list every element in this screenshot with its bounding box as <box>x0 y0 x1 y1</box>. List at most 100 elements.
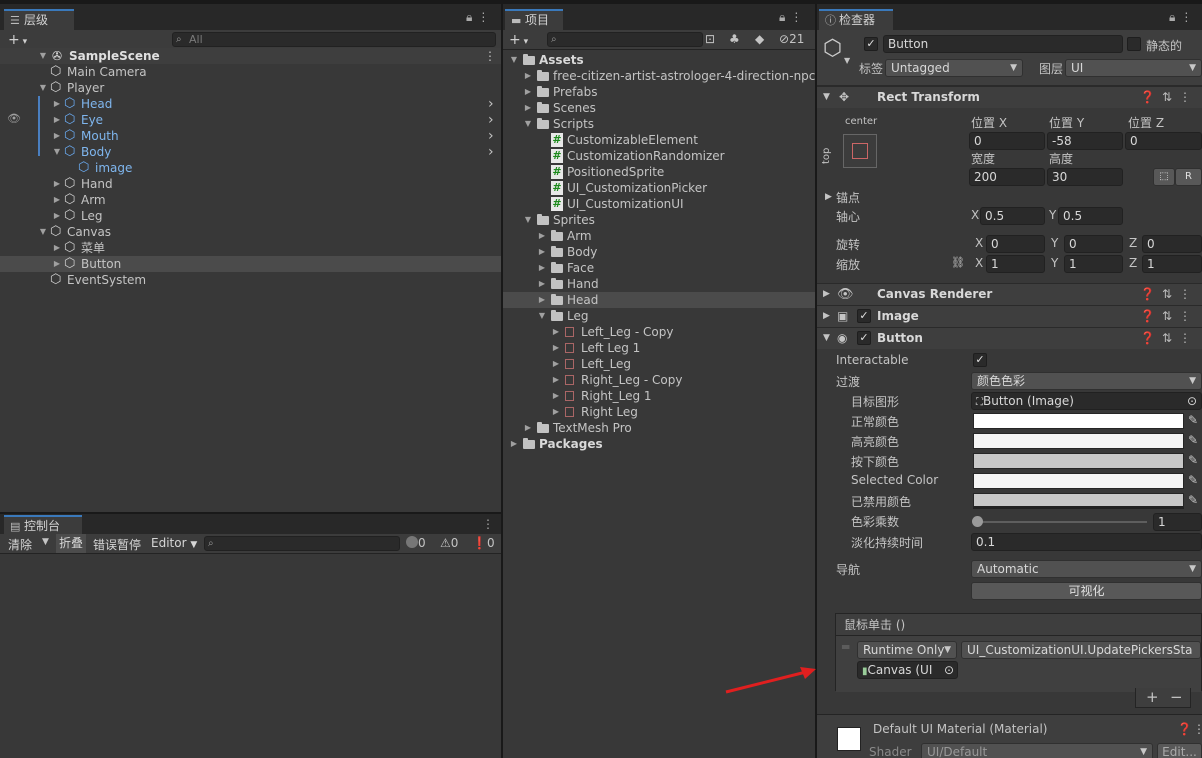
eyedropper-icon[interactable]: ✎ <box>1186 453 1200 467</box>
error-pause-button[interactable]: 错误暂停 <box>93 536 141 553</box>
project-row[interactable]: # PositionedSprite <box>503 164 815 180</box>
target-object-field[interactable]: ▮Canvas (UI ⊙ <box>857 661 958 679</box>
project-row[interactable]: ▶ Face <box>503 260 815 276</box>
object-picker-icon[interactable]: ⊙ <box>1187 393 1197 409</box>
drag-handle-icon[interactable]: ═ <box>842 640 849 654</box>
component-controls[interactable]: ❓⇅⋮ <box>1140 284 1198 305</box>
expand-arrow[interactable]: ▶ <box>537 244 547 260</box>
preset-icon[interactable]: ⇅ <box>1162 287 1179 301</box>
tab-project[interactable]: ▬ 项目 <box>505 9 563 30</box>
chevron-right-icon[interactable]: › <box>488 112 494 128</box>
hierarchy-row[interactable]: ▶ ⬡ Hand <box>0 176 501 192</box>
help-icon[interactable]: ❓ <box>1140 331 1162 345</box>
hierarchy-row[interactable]: ▶ ⬡ Eye › <box>0 112 501 128</box>
expand-arrow[interactable]: ▶ <box>52 192 62 208</box>
static-checkbox[interactable] <box>1127 37 1141 51</box>
log-count[interactable]: 0 <box>406 536 426 550</box>
scale-z-field[interactable]: 1 <box>1142 255 1202 273</box>
project-row[interactable]: ▶ Right_Leg - Copy <box>503 372 815 388</box>
component-controls[interactable]: ❓⇅⋮ <box>1140 306 1198 327</box>
expand-arrow[interactable]: ▼ <box>38 224 48 240</box>
expand-arrow[interactable]: ▼ <box>38 80 48 96</box>
fold-arrow[interactable]: ▼ <box>823 328 830 349</box>
more-icon[interactable]: ⋮ <box>1179 90 1198 104</box>
eyedropper-icon[interactable]: ✎ <box>1186 433 1200 447</box>
expand-arrow[interactable]: ▶ <box>523 84 533 100</box>
height-field[interactable]: 30 <box>1047 168 1123 186</box>
blueprint-mode-button[interactable]: ⬚ <box>1153 168 1175 186</box>
inspector-tab-controls[interactable]: 🔒︎⋮ <box>1169 10 1197 25</box>
project-row[interactable]: ▶ Body <box>503 244 815 260</box>
expand-arrow[interactable]: ▶ <box>537 292 547 308</box>
more-icon[interactable]: ⋮ <box>1179 287 1198 301</box>
normal-color-field[interactable] <box>973 413 1184 429</box>
project-row[interactable]: ▶ Arm <box>503 228 815 244</box>
object-name-field[interactable]: Button <box>883 35 1123 53</box>
pivot-y-field[interactable]: 0.5 <box>1058 207 1123 225</box>
more-icon[interactable]: ⋮ <box>477 10 494 24</box>
active-checkbox[interactable]: ✓ <box>864 37 878 51</box>
clear-options-icon[interactable]: ▼ <box>42 537 49 547</box>
shader-dropdown[interactable]: UI/Default ▼ <box>921 743 1153 758</box>
transition-dropdown[interactable]: 颜色色彩 ▼ <box>971 372 1202 390</box>
hierarchy-row[interactable]: ▶ ⬡ Head › <box>0 96 501 112</box>
add-listener-button[interactable]: + <box>1146 688 1159 706</box>
project-row[interactable]: ▶ Left Leg 1 <box>503 340 815 356</box>
constrain-link-icon[interactable]: ⛓ <box>951 256 965 269</box>
pos-y-field[interactable]: -58 <box>1047 132 1123 150</box>
project-row[interactable]: ▶ Packages <box>503 436 815 452</box>
button-component-header[interactable]: ▼ ◉ ✓ Button ❓⇅⋮ <box>817 327 1202 349</box>
hierarchy-row[interactable]: ▶ ⬡ Arm <box>0 192 501 208</box>
project-row[interactable]: ▶ Left_Leg - Copy <box>503 324 815 340</box>
hierarchy-row[interactable]: ⬡ image <box>0 160 501 176</box>
clear-button[interactable]: 清除 <box>8 536 32 553</box>
expand-arrow[interactable]: ▼ <box>537 308 547 324</box>
help-icon[interactable]: ❓ <box>1140 309 1162 323</box>
fade-duration-field[interactable]: 0.1 <box>971 533 1202 551</box>
layer-dropdown[interactable]: UI ▼ <box>1065 59 1202 77</box>
chevron-right-icon[interactable]: › <box>488 128 494 144</box>
project-search-input[interactable]: ⌕ <box>547 32 703 47</box>
expand-arrow[interactable]: ▶ <box>537 260 547 276</box>
pivot-x-field[interactable]: 0.5 <box>980 207 1045 225</box>
project-row[interactable]: ▶ Head <box>503 292 815 308</box>
search-by-type-icon[interactable]: ⊡ <box>705 32 715 46</box>
hierarchy-row[interactable]: ⬡ EventSystem <box>0 272 501 288</box>
expand-arrow[interactable]: ▶ <box>509 436 519 452</box>
expand-arrow[interactable]: ▶ <box>523 420 533 436</box>
more-icon[interactable]: ⋮ <box>1179 331 1198 345</box>
hierarchy-row[interactable]: ▶ ⬡ Leg <box>0 208 501 224</box>
component-controls[interactable]: ❓⇅⋮ <box>1140 87 1198 108</box>
scale-y-field[interactable]: 1 <box>1064 255 1123 273</box>
console-more-icon[interactable]: ⋮ <box>482 517 499 531</box>
project-row[interactable]: ▶ Prefabs <box>503 84 815 100</box>
remove-listener-button[interactable]: − <box>1170 688 1183 706</box>
button-enabled-checkbox[interactable]: ✓ <box>857 331 871 345</box>
hierarchy-search-input[interactable]: ⌕ All <box>172 32 496 47</box>
edit-shader-button[interactable]: Edit... <box>1157 743 1202 758</box>
expand-arrow[interactable]: ▶ <box>537 228 547 244</box>
expand-arrow[interactable]: ▶ <box>537 276 547 292</box>
project-row[interactable]: # UI_CustomizationPicker <box>503 180 815 196</box>
scene-row[interactable]: ▼ ✇ SampleScene ⋮ <box>0 48 501 64</box>
project-row[interactable]: ▶ Hand <box>503 276 815 292</box>
more-icon[interactable]: ⋮ <box>790 10 807 24</box>
image-header[interactable]: ▶ ▣ ✓ Image ❓⇅⋮ <box>817 305 1202 327</box>
expand-arrow[interactable]: ▶ <box>52 208 62 224</box>
anchor-preset-button[interactable] <box>843 134 877 168</box>
color-multiplier-slider[interactable] <box>977 521 1147 523</box>
expand-arrow[interactable]: ▶ <box>551 388 561 404</box>
project-row[interactable]: ▶ Scenes <box>503 100 815 116</box>
expand-arrow[interactable]: ▼ <box>523 116 533 132</box>
scene-more-icon[interactable]: ⋮ <box>484 48 496 64</box>
interactable-checkbox[interactable]: ✓ <box>973 353 987 367</box>
visualize-button[interactable]: 可视化 <box>971 582 1202 600</box>
expand-arrow[interactable]: ▼ <box>38 48 48 64</box>
expand-arrow[interactable]: ▶ <box>551 340 561 356</box>
expand-arrow[interactable]: ▶ <box>52 256 62 272</box>
error-count[interactable]: ❗0 <box>472 536 495 550</box>
expand-arrow[interactable]: ▶ <box>52 240 62 256</box>
preset-icon[interactable]: ⇅ <box>1162 90 1179 104</box>
lock-icon[interactable]: 🔒︎ <box>1169 10 1180 24</box>
expand-arrow[interactable]: ▶ <box>551 356 561 372</box>
